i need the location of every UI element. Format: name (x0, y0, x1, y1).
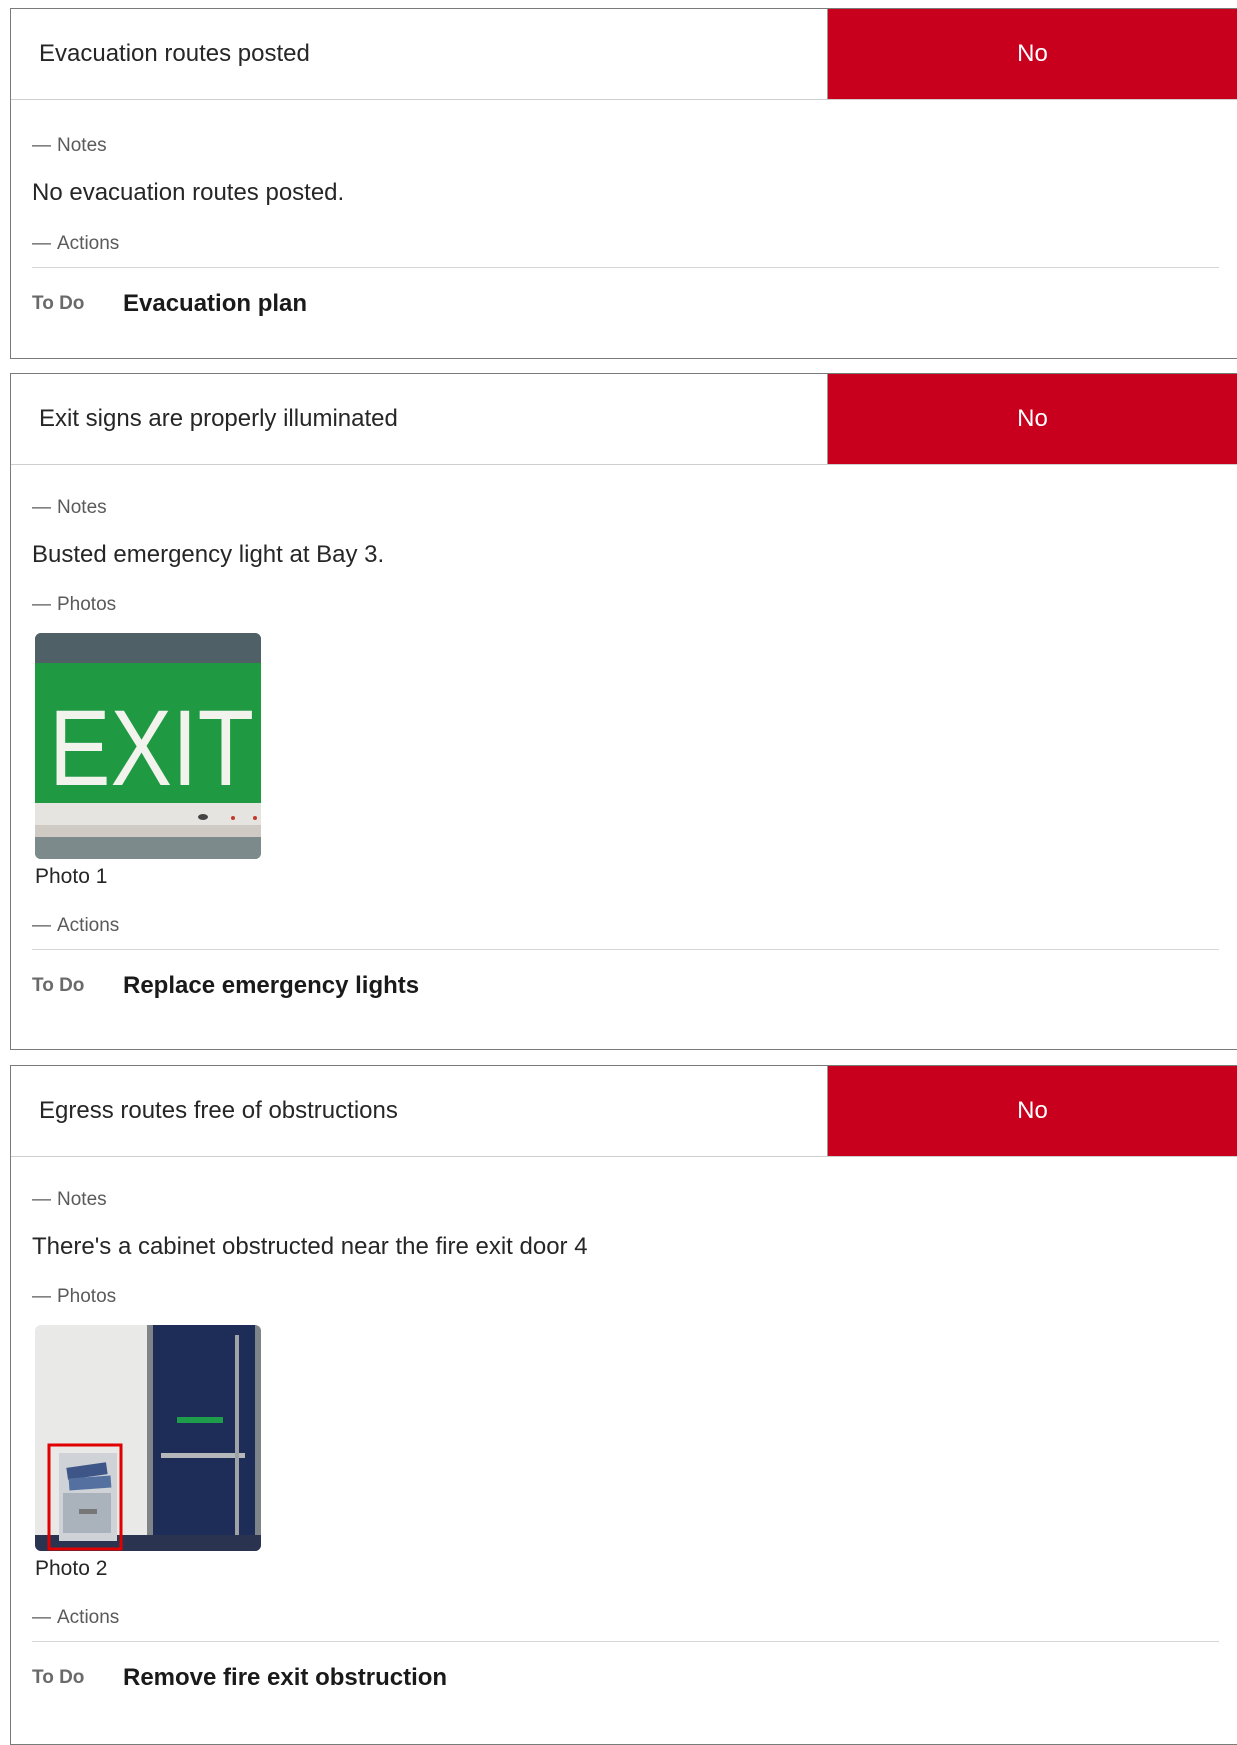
notes-label: — Notes (32, 497, 107, 518)
actions-divider (32, 267, 1219, 268)
question-text: Evacuation routes posted (11, 9, 828, 99)
notes-label: — Notes (32, 135, 107, 156)
inspection-item-header: Exit signs are properly illuminated No (11, 374, 1237, 465)
answer-badge: No (828, 374, 1237, 464)
inspection-item-header: Evacuation routes posted No (11, 9, 1237, 100)
inspection-item-body: — Notes No evacuation routes posted. — Act… (11, 133, 1237, 322)
action-status: To Do (32, 975, 85, 996)
fire-exit-door-photo[interactable] (35, 1325, 261, 1551)
note-text: There's a cabinet obstructed near the fi… (32, 1233, 588, 1260)
action-title[interactable]: Evacuation plan (123, 290, 307, 318)
answer-badge: No (828, 1066, 1237, 1156)
action-item[interactable]: To Do Remove fire exit obstruction (32, 1660, 1219, 1696)
answer-badge: No (828, 9, 1237, 99)
action-item[interactable]: To Do Evacuation plan (32, 286, 1219, 322)
action-item[interactable]: To Do Replace emergency lights (32, 968, 1219, 1004)
actions-label: — Actions (32, 233, 120, 254)
exit-sign-photo[interactable]: EXIT (35, 633, 261, 859)
photo-thumbnail[interactable]: EXIT Photo 1 (35, 633, 261, 890)
inspection-item-body: — Notes There's a cabinet obstructed near… (11, 1187, 1237, 1696)
inspection-item-card: Evacuation routes posted No — Notes No ev… (10, 8, 1237, 359)
actions-divider (32, 949, 1219, 950)
photo-caption: Photo 2 (35, 1557, 108, 1580)
photos-label: — Photos (32, 1286, 117, 1307)
actions-label: — Actions (32, 915, 120, 936)
question-text: Egress routes free of obstructions (11, 1066, 828, 1156)
exit-sign-text: EXIT (49, 687, 254, 808)
inspection-item-card: Exit signs are properly illuminated No —… (10, 373, 1237, 1050)
actions-divider (32, 1641, 1219, 1642)
question-text: Exit signs are properly illuminated (11, 374, 828, 464)
note-text: No evacuation routes posted. (32, 179, 345, 206)
action-title[interactable]: Remove fire exit obstruction (123, 1664, 447, 1692)
notes-label: — Notes (32, 1189, 107, 1210)
photo-caption: Photo 1 (35, 865, 108, 888)
inspection-item-card: Egress routes free of obstructions No — N… (10, 1065, 1237, 1745)
inspection-item-header: Egress routes free of obstructions No (11, 1066, 1237, 1157)
photo-thumbnail[interactable]: Photo 2 (35, 1325, 261, 1582)
inspection-item-body: — Notes Busted emergency light at Bay 3. … (11, 495, 1237, 1004)
dash: — (32, 135, 51, 156)
note-text: Busted emergency light at Bay 3. (32, 541, 385, 568)
photos-label: — Photos (32, 594, 117, 615)
action-status: To Do (32, 1667, 85, 1688)
action-status: To Do (32, 293, 85, 314)
actions-label: — Actions (32, 1607, 120, 1628)
action-title[interactable]: Replace emergency lights (123, 972, 419, 1000)
